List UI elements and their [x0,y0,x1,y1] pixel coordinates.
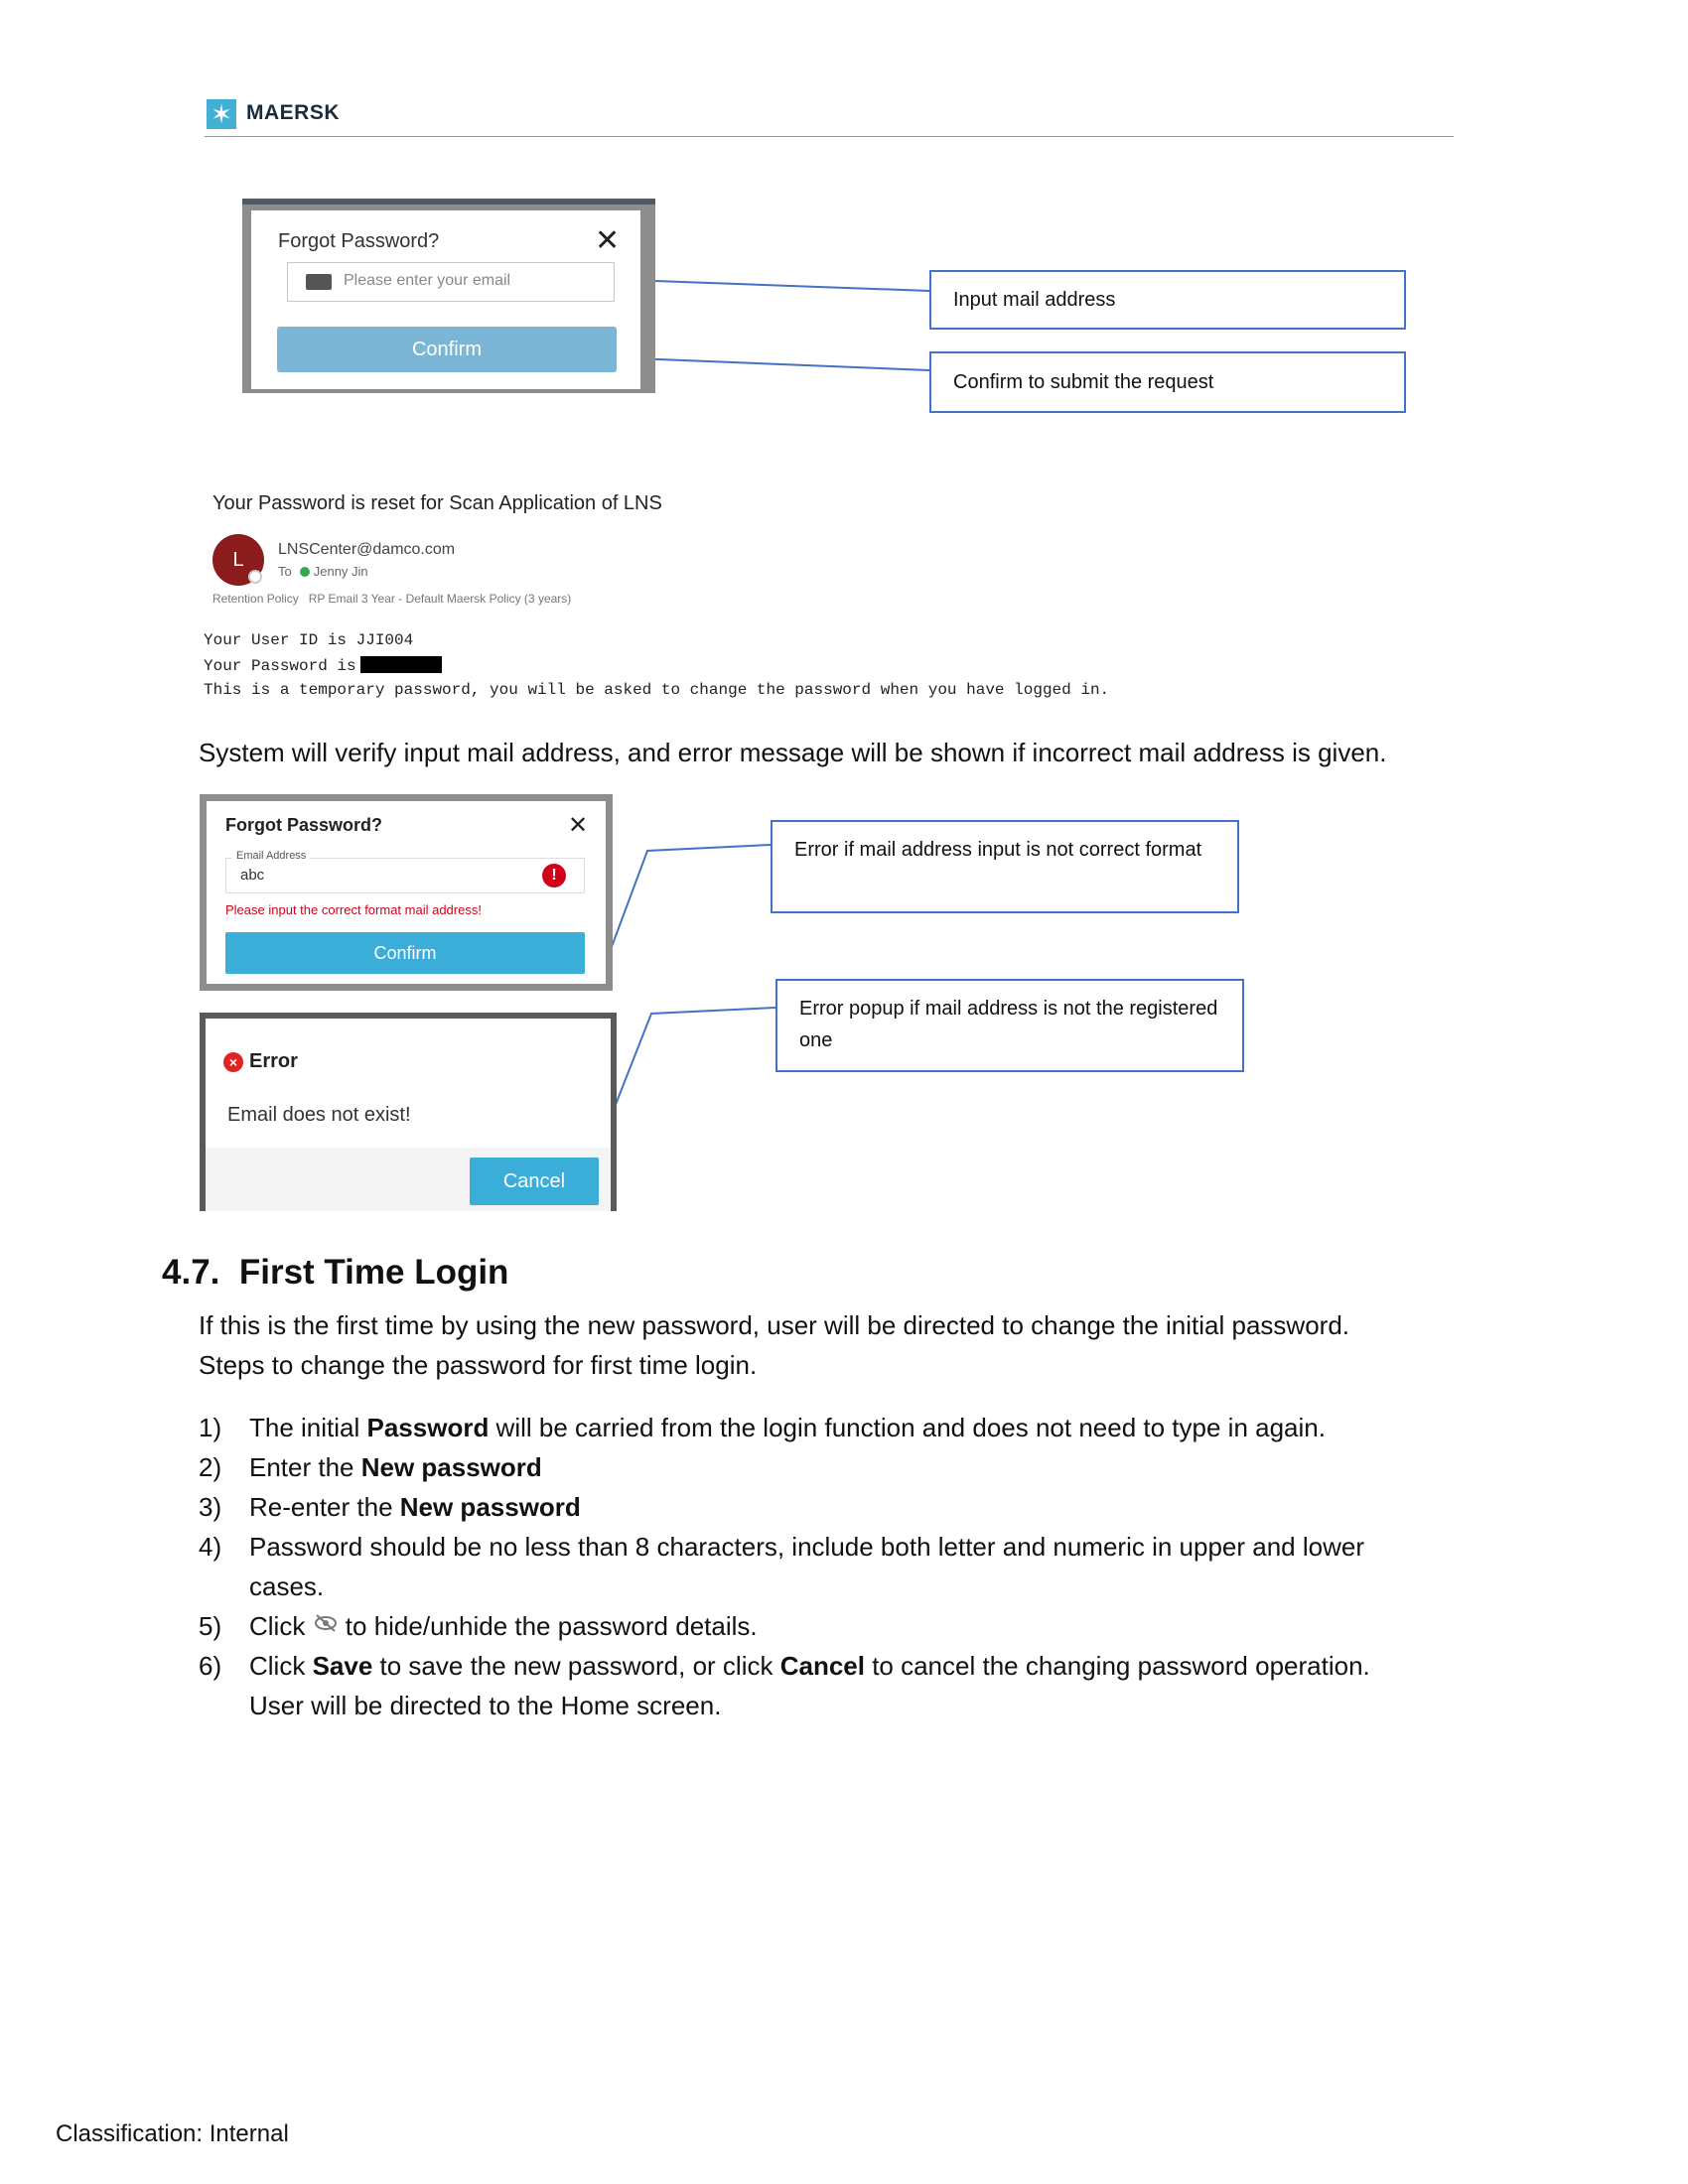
step-text: The initial [249,1413,367,1442]
retention-policy: Retention Policy RP Email 3 Year - Defau… [212,592,571,606]
error-popup-dialog: × Error Email does not exist! Cancel [206,1019,611,1211]
step-bold: New password [360,1452,542,1482]
email-temp-line: This is a temporary password, you will b… [204,681,1110,699]
section-heading: 4.7. First Time Login [162,1253,508,1293]
confirm-button[interactable]: Confirm [225,932,585,974]
email-recipient-row: To Jenny Jin [278,564,368,579]
step-text: to hide/unhide the password details. [338,1611,758,1641]
step-number: 6) [199,1651,222,1681]
forgot-password-screenshot: Forgot Password? ✕ Please enter your ema… [242,199,655,393]
step-3: Re-enter the New password [249,1492,581,1523]
dialog-footer: Cancel [206,1148,611,1211]
step-text: Enter the [249,1452,361,1482]
dialog-title: Forgot Password? [278,230,440,252]
step-text: will be carried from the login function … [489,1413,1326,1442]
section-title: First Time Login [238,1253,509,1292]
step-bold: New password [399,1492,581,1522]
step-2: Enter the New password [249,1452,542,1483]
step-5: Click to hide/unhide the password detail… [249,1611,758,1642]
email-input[interactable]: Please enter your email [287,262,615,302]
error-alert-icon: ! [542,864,566,887]
email-sender: LNSCenter@damco.com [278,541,456,558]
step-6-line-2: User will be directed to the Home screen… [249,1691,722,1720]
confirm-button[interactable]: Confirm [277,327,617,372]
step-text: to cancel the changing password operatio… [864,1651,1370,1681]
to-label: To [278,564,292,579]
password-label: Your Password is [204,657,356,675]
presence-icon [248,570,262,584]
verify-paragraph: System will verify input mail address, a… [199,738,1387,767]
step-6: Click Save to save the new password, or … [249,1651,1370,1682]
redacted-password [359,656,442,673]
step-bold: Save [312,1651,373,1681]
step-bold: Cancel [779,1651,865,1681]
classification-footer: Classification: Internal [56,2120,289,2147]
step-4-line-2: cases. [249,1571,325,1601]
callout-format-error: Error if mail address input is not corre… [771,820,1239,913]
close-icon[interactable]: ✕ [595,226,620,256]
step-number: 3) [199,1492,222,1522]
recipient-name: Jenny Jin [313,564,368,579]
step-text: Re-enter the [249,1492,400,1522]
retention-label: Retention Policy [212,592,299,606]
eye-slash-icon [314,1614,337,1632]
cancel-button[interactable]: Cancel [470,1158,599,1205]
error-popup-screenshot: × Error Email does not exist! Cancel [200,1013,617,1211]
step-number: 5) [199,1611,222,1641]
dialog-title: Forgot Password? [225,815,383,835]
close-icon[interactable]: ✕ [568,811,588,841]
intro-line-2: Steps to change the password for first t… [199,1350,758,1380]
step-text: Click [249,1611,313,1641]
callout-confirm-submit: Confirm to submit the request [929,351,1406,413]
email-subject: Your Password is reset for Scan Applicat… [212,492,662,514]
email-user-id-line: Your User ID is JJI004 [204,631,414,649]
mail-icon [306,274,332,290]
step-bold: Password [366,1413,490,1442]
callout-input-mail: Input mail address [929,270,1406,330]
online-status-icon [299,567,310,577]
step-4-line-1: Password should be no less than 8 charac… [249,1532,1364,1562]
email-password-line: Your Password is [204,656,442,675]
error-title: Error [249,1050,298,1072]
step-number: 2) [199,1452,222,1482]
step-1: The initial Password will be carried fro… [249,1413,1326,1443]
email-address-field[interactable]: abc ! [225,858,585,893]
email-placeholder: Please enter your email [344,272,511,289]
email-field-value: abc [240,867,265,884]
callout-not-registered: Error popup if mail address is not the r… [775,979,1244,1072]
email-field-label: Email Address [232,850,311,862]
forgot-password-dialog: Forgot Password? ✕ Please enter your ema… [251,210,640,389]
error-icon: × [223,1052,243,1072]
retention-value: RP Email 3 Year - Default Maersk Policy … [308,592,572,606]
intro-line-1: If this is the first time by using the n… [199,1310,1350,1340]
error-message: Email does not exist! [227,1104,411,1126]
format-error-screenshot: Forgot Password? ✕ abc ! Email Address P… [200,794,613,991]
step-text: Click [249,1651,313,1681]
step-text: to save the new password, or click [372,1651,780,1681]
section-number: 4.7. [162,1253,220,1292]
step-number: 1) [199,1413,222,1442]
format-error-message: Please input the correct format mail add… [225,902,482,917]
step-number: 4) [199,1532,222,1562]
format-error-dialog: Forgot Password? ✕ abc ! Email Address P… [207,801,606,984]
